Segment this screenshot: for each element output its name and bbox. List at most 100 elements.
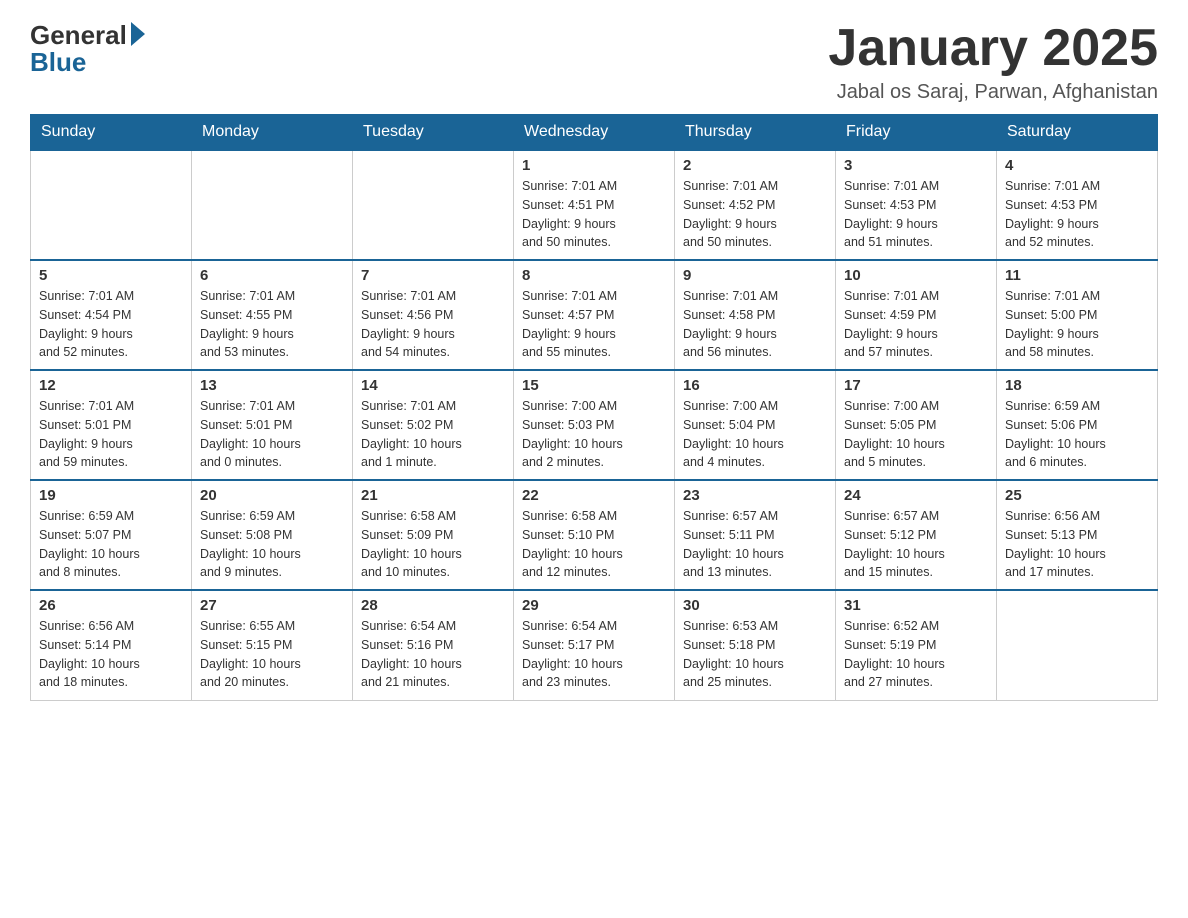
calendar-week-row: 26Sunrise: 6:56 AM Sunset: 5:14 PM Dayli… xyxy=(31,590,1158,700)
calendar-cell: 19Sunrise: 6:59 AM Sunset: 5:07 PM Dayli… xyxy=(31,480,192,590)
calendar-cell: 13Sunrise: 7:01 AM Sunset: 5:01 PM Dayli… xyxy=(192,370,353,480)
logo-blue-text: Blue xyxy=(30,47,86,78)
day-info: Sunrise: 7:01 AM Sunset: 4:59 PM Dayligh… xyxy=(844,287,988,362)
day-number: 9 xyxy=(683,267,827,284)
day-number: 27 xyxy=(200,597,344,614)
day-number: 18 xyxy=(1005,377,1149,394)
calendar-cell: 23Sunrise: 6:57 AM Sunset: 5:11 PM Dayli… xyxy=(675,480,836,590)
day-info: Sunrise: 6:52 AM Sunset: 5:19 PM Dayligh… xyxy=(844,617,988,692)
day-number: 2 xyxy=(683,157,827,174)
day-info: Sunrise: 7:01 AM Sunset: 4:53 PM Dayligh… xyxy=(1005,177,1149,252)
day-info: Sunrise: 7:01 AM Sunset: 5:02 PM Dayligh… xyxy=(361,397,505,472)
day-info: Sunrise: 7:00 AM Sunset: 5:04 PM Dayligh… xyxy=(683,397,827,472)
calendar-header-monday: Monday xyxy=(192,115,353,151)
calendar-cell: 4 Sunrise: 7:01 AM Sunset: 4:53 PM Daylig… xyxy=(997,150,1158,260)
calendar-cell: 2 Sunrise: 7:01 AM Sunset: 4:52 PM Daylig… xyxy=(675,150,836,260)
calendar-cell: 8 Sunrise: 7:01 AM Sunset: 4:57 PM Daylig… xyxy=(514,260,675,370)
day-info: Sunrise: 7:01 AM Sunset: 5:01 PM Dayligh… xyxy=(39,397,183,472)
calendar-header-friday: Friday xyxy=(836,115,997,151)
calendar-cell: 3 Sunrise: 7:01 AM Sunset: 4:53 PM Daylig… xyxy=(836,150,997,260)
calendar-cell: 15 Sunrise: 7:00 AM Sunset: 5:03 PM Dayli… xyxy=(514,370,675,480)
day-number: 15 xyxy=(522,377,666,394)
calendar-cell: 21Sunrise: 6:58 AM Sunset: 5:09 PM Dayli… xyxy=(353,480,514,590)
calendar-cell: 5 Sunrise: 7:01 AM Sunset: 4:54 PM Daylig… xyxy=(31,260,192,370)
day-number: 7 xyxy=(361,267,505,284)
calendar-cell: 10 Sunrise: 7:01 AM Sunset: 4:59 PM Dayli… xyxy=(836,260,997,370)
day-info: Sunrise: 6:54 AM Sunset: 5:16 PM Dayligh… xyxy=(361,617,505,692)
title-section: January 2025 Jabal os Saraj, Parwan, Afg… xyxy=(828,20,1158,104)
calendar-header-saturday: Saturday xyxy=(997,115,1158,151)
day-number: 5 xyxy=(39,267,183,284)
calendar-cell: 18 Sunrise: 6:59 AM Sunset: 5:06 PM Dayli… xyxy=(997,370,1158,480)
day-number: 31 xyxy=(844,597,988,614)
calendar-table: SundayMondayTuesdayWednesdayThursdayFrid… xyxy=(30,114,1158,701)
day-number: 12 xyxy=(39,377,183,394)
day-number: 24 xyxy=(844,487,988,504)
calendar-cell: 1 Sunrise: 7:01 AM Sunset: 4:51 PM Daylig… xyxy=(514,150,675,260)
calendar-cell: 25Sunrise: 6:56 AM Sunset: 5:13 PM Dayli… xyxy=(997,480,1158,590)
month-title: January 2025 xyxy=(828,20,1158,77)
day-number: 3 xyxy=(844,157,988,174)
calendar-cell: 7 Sunrise: 7:01 AM Sunset: 4:56 PM Daylig… xyxy=(353,260,514,370)
calendar-header-wednesday: Wednesday xyxy=(514,115,675,151)
day-number: 19 xyxy=(39,487,183,504)
day-number: 17 xyxy=(844,377,988,394)
calendar-cell: 29 Sunrise: 6:54 AM Sunset: 5:17 PM Dayli… xyxy=(514,590,675,700)
calendar-cell: 14 Sunrise: 7:01 AM Sunset: 5:02 PM Dayli… xyxy=(353,370,514,480)
day-info: Sunrise: 7:01 AM Sunset: 4:55 PM Dayligh… xyxy=(200,287,344,362)
day-info: Sunrise: 7:01 AM Sunset: 5:00 PM Dayligh… xyxy=(1005,287,1149,362)
calendar-cell: 30Sunrise: 6:53 AM Sunset: 5:18 PM Dayli… xyxy=(675,590,836,700)
calendar-cell: 31 Sunrise: 6:52 AM Sunset: 5:19 PM Dayli… xyxy=(836,590,997,700)
day-info: Sunrise: 6:59 AM Sunset: 5:08 PM Dayligh… xyxy=(200,507,344,582)
day-info: Sunrise: 6:59 AM Sunset: 5:06 PM Dayligh… xyxy=(1005,397,1149,472)
logo-triangle-icon xyxy=(131,22,145,46)
day-number: 28 xyxy=(361,597,505,614)
day-info: Sunrise: 6:54 AM Sunset: 5:17 PM Dayligh… xyxy=(522,617,666,692)
day-info: Sunrise: 7:01 AM Sunset: 4:52 PM Dayligh… xyxy=(683,177,827,252)
calendar-cell: 22 Sunrise: 6:58 AM Sunset: 5:10 PM Dayli… xyxy=(514,480,675,590)
day-number: 11 xyxy=(1005,267,1149,284)
calendar-week-row: 12 Sunrise: 7:01 AM Sunset: 5:01 PM Dayli… xyxy=(31,370,1158,480)
day-number: 10 xyxy=(844,267,988,284)
calendar-week-row: 19Sunrise: 6:59 AM Sunset: 5:07 PM Dayli… xyxy=(31,480,1158,590)
calendar-cell: 12 Sunrise: 7:01 AM Sunset: 5:01 PM Dayli… xyxy=(31,370,192,480)
day-info: Sunrise: 6:53 AM Sunset: 5:18 PM Dayligh… xyxy=(683,617,827,692)
calendar-cell: 9Sunrise: 7:01 AM Sunset: 4:58 PM Daylig… xyxy=(675,260,836,370)
location-text: Jabal os Saraj, Parwan, Afghanistan xyxy=(828,81,1158,104)
day-info: Sunrise: 7:01 AM Sunset: 4:53 PM Dayligh… xyxy=(844,177,988,252)
calendar-cell xyxy=(192,150,353,260)
day-number: 14 xyxy=(361,377,505,394)
calendar-header-sunday: Sunday xyxy=(31,115,192,151)
day-info: Sunrise: 6:56 AM Sunset: 5:14 PM Dayligh… xyxy=(39,617,183,692)
calendar-cell xyxy=(997,590,1158,700)
day-info: Sunrise: 6:58 AM Sunset: 5:10 PM Dayligh… xyxy=(522,507,666,582)
calendar-header-thursday: Thursday xyxy=(675,115,836,151)
calendar-cell: 28 Sunrise: 6:54 AM Sunset: 5:16 PM Dayli… xyxy=(353,590,514,700)
logo: General Blue xyxy=(30,20,145,78)
calendar-header-tuesday: Tuesday xyxy=(353,115,514,151)
calendar-cell: 16 Sunrise: 7:00 AM Sunset: 5:04 PM Dayli… xyxy=(675,370,836,480)
day-info: Sunrise: 7:00 AM Sunset: 5:05 PM Dayligh… xyxy=(844,397,988,472)
calendar-week-row: 1 Sunrise: 7:01 AM Sunset: 4:51 PM Daylig… xyxy=(31,150,1158,260)
day-info: Sunrise: 6:56 AM Sunset: 5:13 PM Dayligh… xyxy=(1005,507,1149,582)
day-info: Sunrise: 7:00 AM Sunset: 5:03 PM Dayligh… xyxy=(522,397,666,472)
day-number: 8 xyxy=(522,267,666,284)
day-info: Sunrise: 7:01 AM Sunset: 4:56 PM Dayligh… xyxy=(361,287,505,362)
day-number: 6 xyxy=(200,267,344,284)
calendar-cell xyxy=(31,150,192,260)
day-number: 22 xyxy=(522,487,666,504)
day-info: Sunrise: 7:01 AM Sunset: 4:54 PM Dayligh… xyxy=(39,287,183,362)
day-number: 4 xyxy=(1005,157,1149,174)
day-number: 1 xyxy=(522,157,666,174)
day-number: 20 xyxy=(200,487,344,504)
calendar-cell: 17 Sunrise: 7:00 AM Sunset: 5:05 PM Dayli… xyxy=(836,370,997,480)
day-info: Sunrise: 7:01 AM Sunset: 4:57 PM Dayligh… xyxy=(522,287,666,362)
calendar-cell: 11 Sunrise: 7:01 AM Sunset: 5:00 PM Dayli… xyxy=(997,260,1158,370)
day-info: Sunrise: 6:57 AM Sunset: 5:12 PM Dayligh… xyxy=(844,507,988,582)
calendar-cell: 26Sunrise: 6:56 AM Sunset: 5:14 PM Dayli… xyxy=(31,590,192,700)
calendar-cell: 6 Sunrise: 7:01 AM Sunset: 4:55 PM Daylig… xyxy=(192,260,353,370)
calendar-cell xyxy=(353,150,514,260)
day-info: Sunrise: 7:01 AM Sunset: 4:51 PM Dayligh… xyxy=(522,177,666,252)
day-number: 29 xyxy=(522,597,666,614)
day-number: 16 xyxy=(683,377,827,394)
